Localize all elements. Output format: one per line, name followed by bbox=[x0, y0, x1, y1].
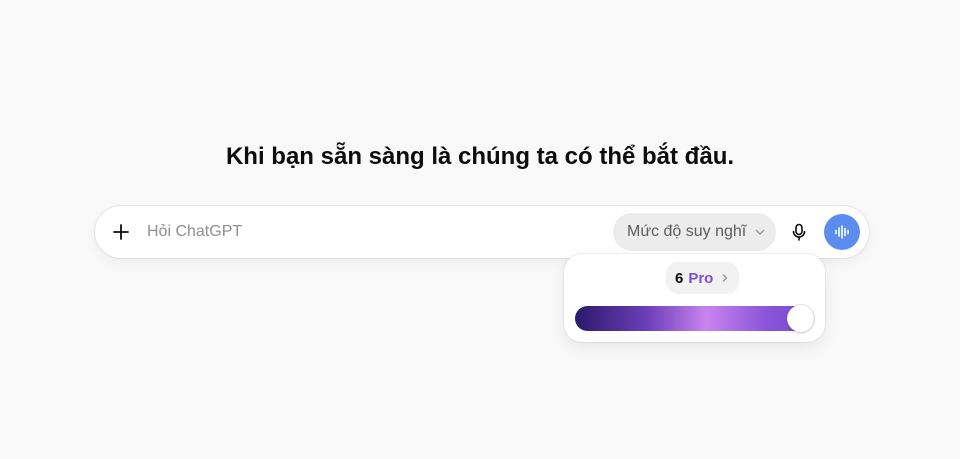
plus-icon bbox=[113, 224, 129, 240]
prompt-input[interactable] bbox=[147, 219, 587, 245]
thinking-level-popover: 6 Pro bbox=[564, 254, 825, 342]
slider-thumb[interactable] bbox=[787, 305, 814, 332]
thinking-level-number: 6 bbox=[675, 269, 684, 287]
thinking-level-slider[interactable] bbox=[575, 305, 814, 332]
microphone-icon bbox=[792, 223, 806, 241]
thinking-level-label: Mức độ suy nghĩ bbox=[627, 223, 747, 240]
thinking-level-dropdown[interactable]: Mức độ suy nghĩ bbox=[613, 213, 776, 251]
dictate-button[interactable] bbox=[785, 218, 813, 246]
thinking-level-chip[interactable]: 6 Pro bbox=[666, 262, 740, 294]
chevron-right-icon bbox=[720, 273, 730, 283]
voice-mode-button[interactable] bbox=[824, 214, 860, 250]
thinking-level-name: Pro bbox=[688, 269, 714, 287]
chevron-down-icon bbox=[754, 226, 766, 238]
add-attachment-button[interactable] bbox=[107, 218, 135, 246]
page-headline: Khi bạn sẵn sàng là chúng ta có thể bắt … bbox=[225, 143, 735, 170]
voice-waveform-icon bbox=[835, 225, 849, 239]
prompt-composer: Mức độ suy nghĩ bbox=[95, 206, 869, 258]
chatgpt-home: Khi bạn sẵn sàng là chúng ta có thể bắt … bbox=[0, 0, 960, 459]
